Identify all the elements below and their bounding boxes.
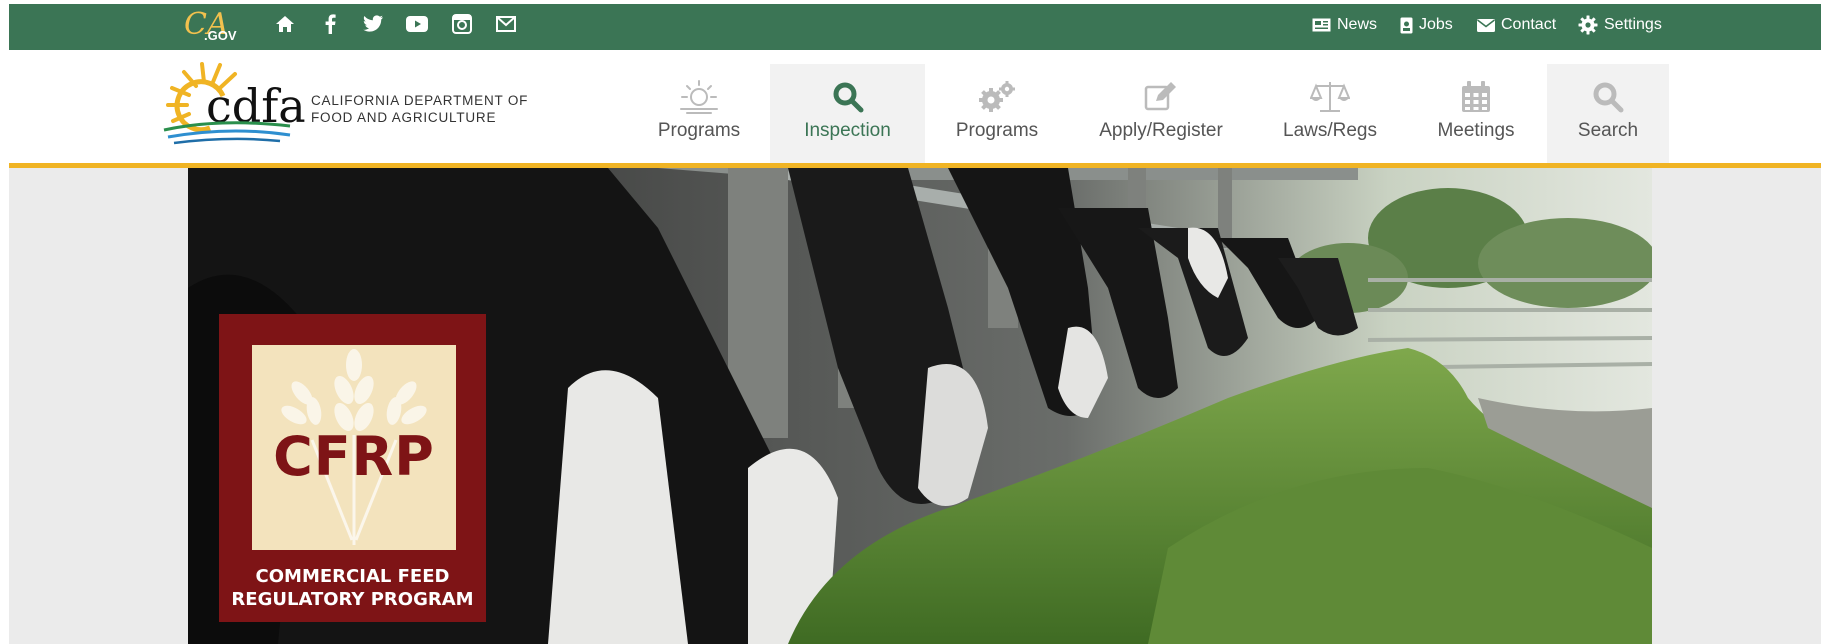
scales-icon (1310, 78, 1350, 116)
newspaper-icon (1312, 18, 1331, 32)
nav-item-programs[interactable]: Programs (646, 64, 752, 163)
gears-icon (977, 78, 1017, 116)
ca-gov-logo-suffix: .GOV (204, 28, 237, 43)
home-icon[interactable] (273, 12, 297, 36)
envelope-icon (1477, 18, 1495, 32)
nav-label-programs-2: Programs (955, 120, 1039, 141)
id-badge-icon (1400, 17, 1413, 34)
nav-item-search[interactable]: Search (1547, 64, 1669, 163)
nav-label-apply-register: Apply/Register (1099, 120, 1223, 141)
nav-item-meetings[interactable]: Meetings (1426, 64, 1526, 163)
ca-gov-logo[interactable]: CA .GOV (172, 2, 242, 44)
nav-item-programs-2[interactable]: Programs (945, 64, 1049, 163)
page: CA .GOV News Jobs Contact Settings cdfa … (0, 0, 1821, 644)
nav-label-search: Search (1577, 120, 1639, 141)
nav-item-laws-regs[interactable]: Laws/Regs (1280, 64, 1380, 163)
cfrp-caption: COMMERCIAL FEED REGULATORY PROGRAM (219, 565, 486, 611)
contact-link-label: Contact (1501, 16, 1557, 33)
org-name-line2: FOOD AND AGRICULTURE (311, 110, 497, 125)
nav-item-apply-register[interactable]: Apply/Register (1096, 64, 1226, 163)
sun-icon (679, 78, 719, 116)
cfrp-badge-panel: CFRP (252, 345, 456, 550)
cfrp-program-badge[interactable]: CFRP COMMERCIAL FEED REGULATORY PROGRAM (219, 314, 486, 622)
instagram-icon[interactable] (450, 12, 474, 36)
news-link-label: News (1337, 16, 1378, 33)
gear-icon (1578, 15, 1598, 35)
jobs-link[interactable]: Jobs (1400, 14, 1453, 36)
nav-item-inspection[interactable]: Inspection (770, 64, 925, 163)
nav-label-laws-regs: Laws/Regs (1283, 120, 1377, 141)
jobs-link-label: Jobs (1419, 16, 1453, 33)
cfrp-caption-line1: COMMERCIAL FEED (255, 566, 450, 587)
nav-label-inspection: Inspection (804, 120, 891, 141)
cfrp-caption-line2: REGULATORY PROGRAM (231, 589, 474, 610)
youtube-icon[interactable] (405, 12, 429, 36)
org-name: CALIFORNIA DEPARTMENT OF FOOD AND AGRICU… (311, 92, 528, 126)
search-icon (832, 78, 864, 116)
settings-link[interactable]: Settings (1578, 14, 1662, 36)
settings-link-label: Settings (1604, 16, 1662, 33)
cfrp-acronym: CFRP (273, 425, 435, 488)
twitter-icon[interactable] (361, 12, 385, 36)
facebook-icon[interactable] (318, 12, 342, 36)
email-icon[interactable] (494, 12, 518, 36)
cdfa-logo-text: cdfa (206, 79, 306, 133)
calendar-icon (1460, 78, 1492, 116)
edit-icon (1144, 78, 1178, 116)
nav-label-programs: Programs (657, 120, 741, 141)
news-link[interactable]: News (1312, 14, 1377, 36)
org-name-line1: CALIFORNIA DEPARTMENT OF (311, 93, 529, 108)
search-icon (1592, 78, 1624, 116)
contact-link[interactable]: Contact (1477, 14, 1556, 36)
nav-label-meetings: Meetings (1437, 120, 1515, 141)
